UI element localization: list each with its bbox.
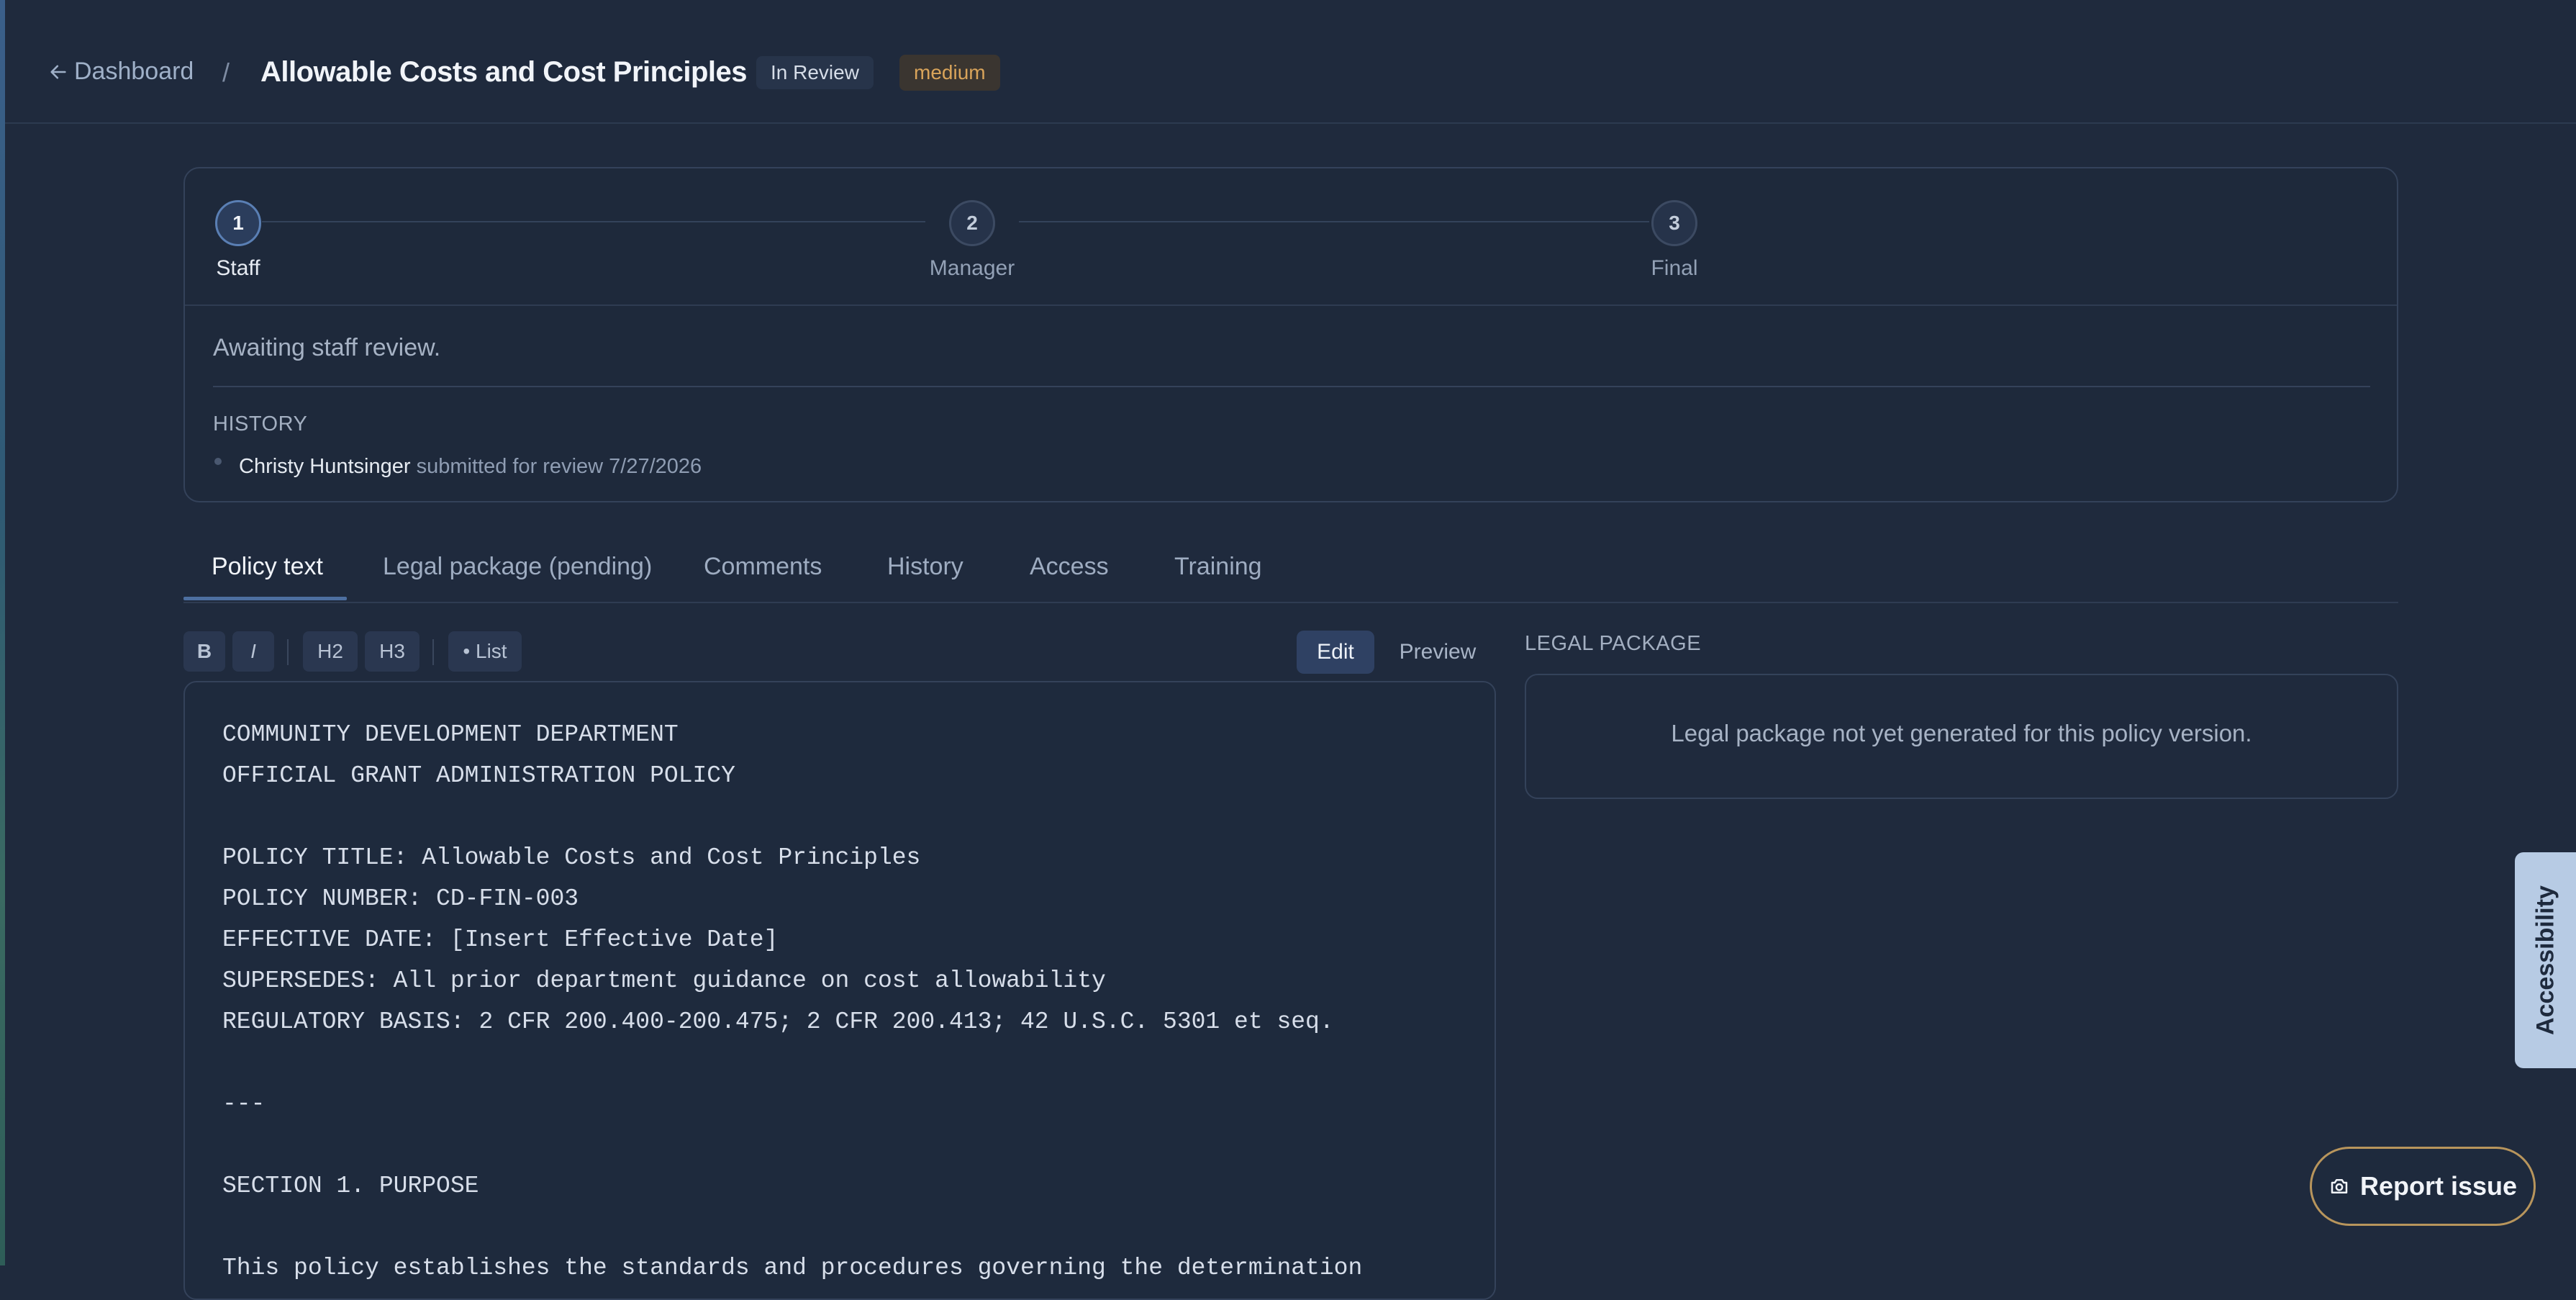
step-2-circle: 2 — [949, 200, 995, 246]
accessibility-tab[interactable]: Accessibility — [2515, 852, 2576, 1068]
legal-package-heading: LEGAL PACKAGE — [1525, 632, 1702, 655]
arrow-left-icon — [50, 65, 66, 78]
stepper-connector — [262, 221, 925, 222]
policy-text-editor[interactable]: COMMUNITY DEVELOPMENT DEPARTMENT OFFICIA… — [183, 681, 1496, 1300]
history-action: submitted for review 7/27/2026 — [416, 455, 702, 478]
history-bullet — [214, 458, 222, 465]
bold-button[interactable]: B — [183, 631, 225, 672]
status-badge: In Review — [756, 56, 874, 89]
card-divider — [185, 304, 2397, 306]
divider — [213, 386, 2370, 387]
step-1-circle: 1 — [215, 200, 261, 246]
camera-icon — [2331, 1179, 2348, 1193]
tab-bar: Policy text Legal package (pending) Comm… — [183, 550, 2398, 603]
tab-access[interactable]: Access — [1030, 550, 1109, 600]
tab-history[interactable]: History — [887, 550, 963, 600]
tab-comments[interactable]: Comments — [704, 550, 822, 600]
tab-training[interactable]: Training — [1174, 550, 1262, 600]
step-3-circle: 3 — [1651, 200, 1697, 246]
legal-package-card: Legal package not yet generated for this… — [1525, 674, 2398, 799]
tab-policy-text[interactable]: Policy text — [212, 550, 323, 600]
window-edge — [0, 0, 5, 1265]
h3-button[interactable]: H3 — [365, 631, 419, 672]
step-3-label: Final — [1651, 256, 1698, 280]
step-1-label: Staff — [216, 256, 260, 280]
history-heading: HISTORY — [213, 412, 308, 435]
accessibility-label: Accessibility — [2531, 885, 2559, 1035]
priority-badge: medium — [899, 55, 1000, 91]
stepper-connector — [1019, 221, 1649, 222]
page-title: Allowable Costs and Cost Principles — [260, 56, 747, 88]
toolbar-separator — [432, 639, 434, 665]
back-label: Dashboard — [74, 58, 194, 85]
step-2-label: Manager — [929, 256, 1015, 280]
preview-mode-button[interactable]: Preview — [1389, 631, 1487, 674]
breadcrumb-separator: / — [222, 58, 230, 87]
h2-button[interactable]: H2 — [303, 631, 358, 672]
review-workflow-card — [183, 167, 2398, 502]
italic-button[interactable]: I — [232, 631, 274, 672]
report-issue-button[interactable]: Report issue — [2310, 1147, 2536, 1226]
legal-package-message: Legal package not yet generated for this… — [1671, 720, 2252, 746]
active-tab-indicator — [183, 597, 347, 600]
list-button[interactable]: • List — [448, 631, 522, 672]
tab-legal-package[interactable]: Legal package (pending) — [383, 550, 652, 600]
edit-mode-button[interactable]: Edit — [1297, 631, 1374, 674]
history-user: Christy Huntsinger — [239, 455, 411, 478]
toolbar-separator — [287, 639, 289, 665]
policy-text-content[interactable]: COMMUNITY DEVELOPMENT DEPARTMENT OFFICIA… — [222, 714, 1362, 1288]
history-entry: Christy Huntsinger submitted for review … — [239, 455, 702, 479]
back-to-dashboard-link[interactable]: Dashboard — [48, 58, 194, 86]
header-bar: Dashboard / Allowable Costs and Cost Pri… — [5, 0, 2576, 124]
review-status-message: Awaiting staff review. — [213, 334, 441, 361]
report-issue-label: Report issue — [2359, 1171, 2518, 1201]
